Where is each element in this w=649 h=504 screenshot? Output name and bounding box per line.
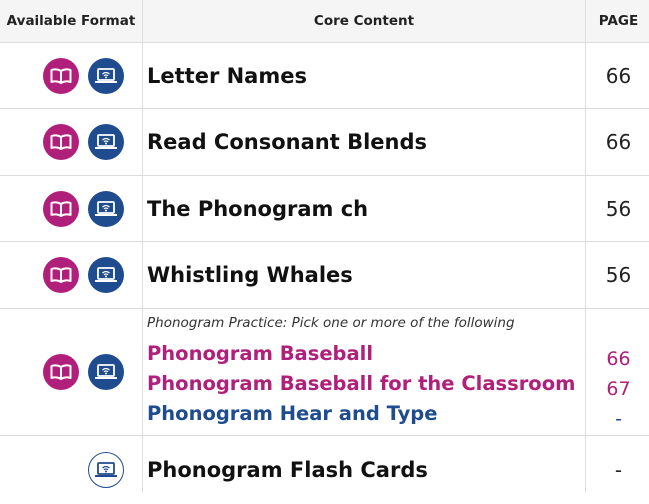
header-page: PAGE <box>586 0 649 42</box>
page-number: - <box>615 408 622 430</box>
format-cell <box>0 242 142 308</box>
lesson-table: Available Format Core Content PAGE Lette… <box>0 0 649 504</box>
laptop-wifi-icon <box>88 124 124 160</box>
book-icon <box>43 124 79 160</box>
header-available-format: Available Format <box>0 0 142 42</box>
book-icon <box>43 57 79 94</box>
page-number: 66 <box>586 109 649 175</box>
core-content-cell: Letter Names <box>143 43 585 108</box>
page-number: 56 <box>586 242 649 308</box>
core-content-cell: Read Consonant Blends <box>143 109 585 175</box>
page-number: - <box>586 436 649 504</box>
activity-title: Phonogram Flash Cards <box>147 458 428 482</box>
book-icon <box>43 190 79 227</box>
practice-intro: Phonogram Practice: Pick one or more of … <box>147 315 515 331</box>
book-icon <box>43 354 79 390</box>
page-number: 66 <box>606 348 631 370</box>
option-phonogram-hear-and-type: Phonogram Hear and Type <box>147 402 438 425</box>
page-number: 67 <box>606 378 631 400</box>
format-cell <box>0 176 142 241</box>
format-cell <box>0 109 142 175</box>
core-content-cell: Phonogram Practice: Pick one or more of … <box>143 309 585 435</box>
laptop-wifi-icon <box>88 57 124 94</box>
laptop-wifi-icon <box>88 354 124 390</box>
option-phonogram-baseball: Phonogram Baseball <box>147 342 374 365</box>
core-content-cell: The Phonogram ch <box>143 176 585 241</box>
activity-title: Read Consonant Blends <box>147 130 427 154</box>
activity-title: Letter Names <box>147 63 307 88</box>
format-cell <box>0 436 142 504</box>
page-number: 56 <box>586 176 649 241</box>
option-phonogram-baseball-classroom: Phonogram Baseball for the Classroom <box>147 372 576 395</box>
core-content-cell: Whistling Whales <box>143 242 585 308</box>
laptop-wifi-icon <box>88 190 124 227</box>
format-cell <box>0 43 142 108</box>
activity-title: The Phonogram ch <box>147 196 369 221</box>
page-number: 66 <box>586 43 649 108</box>
format-cell <box>0 309 142 435</box>
laptop-wifi-outline-icon <box>88 452 124 488</box>
laptop-wifi-icon <box>88 257 124 293</box>
activity-title: Whistling Whales <box>147 263 353 287</box>
page-numbers: 66 67 - <box>586 309 649 435</box>
book-icon <box>43 257 79 293</box>
header-core-content: Core Content <box>143 0 585 42</box>
core-content-cell: Phonogram Flash Cards <box>143 436 585 504</box>
